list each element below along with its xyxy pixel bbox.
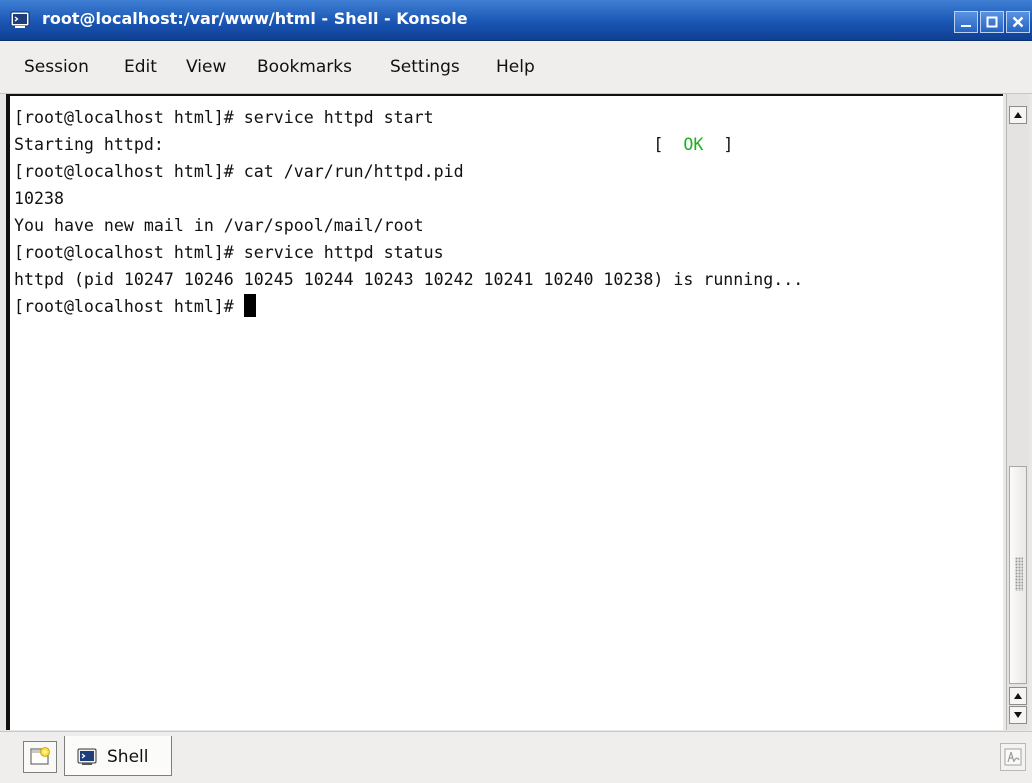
terminal-line: httpd (pid 10247 10246 10245 10244 10243… <box>14 270 804 289</box>
text-cursor <box>243 294 256 317</box>
terminal-icon <box>77 748 97 770</box>
window-titlebar[interactable]: root@localhost:/var/www/html - Shell - K… <box>0 0 1032 41</box>
menu-settings[interactable]: Settings <box>390 57 460 77</box>
terminal-line: [root@localhost html]# cat /var/run/http… <box>14 162 464 181</box>
arrow-down-icon <box>1014 712 1022 718</box>
close-session-icon <box>1004 748 1022 766</box>
terminal-line: You have new mail in /var/spool/mail/roo… <box>14 216 424 235</box>
scroll-up-button[interactable] <box>1009 687 1027 705</box>
status-bracket-close: ] <box>723 135 734 154</box>
status-bracket-open: [ <box>653 135 664 154</box>
terminal-prompt: [root@localhost html]# <box>14 297 244 316</box>
maximize-button[interactable] <box>980 11 1004 33</box>
arrow-up-icon <box>1014 693 1022 699</box>
minimize-icon <box>961 25 971 27</box>
terminal-line: Starting httpd: <box>14 135 164 154</box>
grip-icon <box>1015 557 1023 591</box>
menu-session[interactable]: Session <box>24 57 89 77</box>
close-session-button[interactable] <box>1000 743 1026 771</box>
window-title: root@localhost:/var/www/html - Shell - K… <box>42 9 468 28</box>
new-session-button[interactable] <box>23 741 57 773</box>
scrollbar-thumb[interactable] <box>1009 466 1027 684</box>
terminal-output[interactable]: [root@localhost html]# service httpd sta… <box>14 104 803 320</box>
terminal-icon[interactable] <box>10 11 30 29</box>
status-ok: OK <box>683 135 704 154</box>
vertical-scrollbar[interactable] <box>1006 94 1029 730</box>
scroll-up-button[interactable] <box>1009 106 1027 124</box>
status-spacing <box>663 135 683 154</box>
maximize-icon <box>986 16 998 28</box>
terminal-line: [root@localhost html]# service httpd sta… <box>14 243 444 262</box>
status-spacing <box>703 135 723 154</box>
arrow-up-icon <box>1014 112 1022 118</box>
menu-view[interactable]: View <box>186 57 226 77</box>
terminal-line: 10238 <box>14 189 64 208</box>
minimize-button[interactable] <box>954 11 978 33</box>
terminal-line: [root@localhost html]# service httpd sta… <box>14 108 434 127</box>
menu-edit[interactable]: Edit <box>124 57 157 77</box>
menu-bookmarks[interactable]: Bookmarks <box>257 57 352 77</box>
window-controls <box>954 11 1030 33</box>
scroll-down-button[interactable] <box>1009 706 1027 724</box>
tab-label: Shell <box>107 747 149 767</box>
close-button[interactable] <box>1006 11 1030 33</box>
menu-help[interactable]: Help <box>496 57 535 77</box>
new-session-icon <box>30 747 50 765</box>
menu-bar: Session Edit View Bookmarks Settings Hel… <box>0 41 1032 94</box>
tab-shell[interactable]: Shell <box>64 736 172 776</box>
session-tab-bar: Shell <box>0 731 1032 783</box>
close-icon <box>1012 16 1024 28</box>
status-padding <box>164 135 654 154</box>
